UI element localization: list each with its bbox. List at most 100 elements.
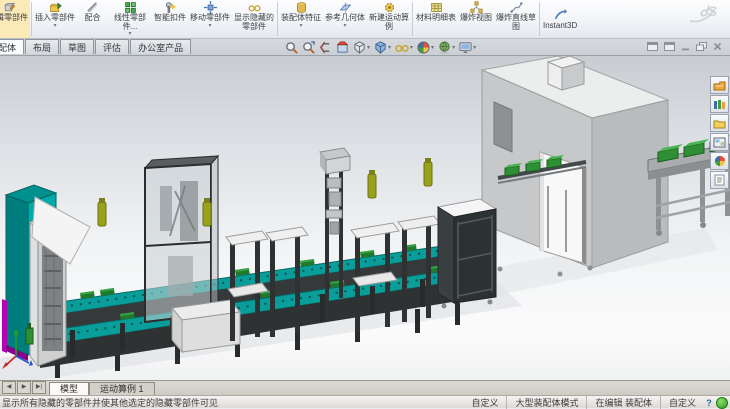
editing-state: 在编辑 装配体 (586, 396, 652, 409)
close-icon[interactable] (713, 42, 722, 51)
linear-component-pattern-button[interactable]: 线性零部件... ▾ (108, 0, 152, 38)
dark-cabinet[interactable] (438, 199, 496, 309)
scene-ball-icon (438, 41, 451, 54)
file-explorer-button[interactable] (710, 114, 729, 132)
dropdown-arrow-icon[interactable]: ▾ (208, 23, 211, 29)
magnifier-area-icon (302, 41, 315, 54)
move-component-label: 移动零部件 (190, 14, 230, 23)
document-window-controls (647, 42, 722, 51)
section-view-icon (336, 41, 349, 54)
tab-evaluate[interactable]: 评估 (95, 39, 129, 54)
help-badge[interactable]: ? (704, 398, 714, 408)
exploded-view-button[interactable]: 爆炸视图 (458, 0, 494, 38)
status-bar: 显示所有隐藏的零部件并使其他选定的隐藏零部件可见 自定义 大型装配体模式 在编辑… (0, 395, 730, 408)
display-style-button[interactable]: ▾ (372, 41, 393, 54)
instant3d-button[interactable]: Instant3D (541, 0, 579, 38)
apply-scene-button[interactable]: ▾ (436, 41, 457, 54)
design-library-button[interactable] (710, 95, 729, 113)
tab-sketch[interactable]: 草图 (60, 39, 94, 54)
insert-components-label: 插入零部件 (35, 14, 75, 23)
hide-show-items-button[interactable]: ▾ (393, 41, 415, 54)
dropdown-arrow-icon[interactable]: ▾ (53, 23, 56, 29)
move-component-button[interactable]: 移动零部件 ▾ (188, 0, 232, 38)
dropdown-arrow-icon[interactable]: ▾ (128, 31, 131, 37)
mate-label: 配合 (85, 14, 101, 23)
magnifier-icon (285, 41, 298, 54)
appearances-button[interactable] (710, 152, 729, 170)
assembly-features-button[interactable]: 装配体特征 ▾ (279, 0, 323, 38)
edit-appearance-button[interactable]: ▾ (415, 41, 436, 54)
view-palette-button[interactable] (710, 133, 729, 151)
reference-geometry-button[interactable]: 参考几何体 ▾ (323, 0, 367, 38)
scroll-tabs-right-button[interactable]: ▶ (17, 381, 31, 394)
zoom-to-area-button[interactable] (300, 41, 317, 54)
color-ball-icon (417, 41, 430, 54)
linear-component-pattern-label: 线性零部件... (110, 14, 150, 31)
restore-window-icon[interactable] (647, 42, 658, 51)
view-cube-icon (353, 41, 366, 54)
tab-scroll-buttons: ◀ ▶ ▶| (2, 381, 46, 394)
solidworks-resources-button[interactable] (710, 76, 729, 94)
large-assembly-mode-indicator: 大型装配体模式 (506, 396, 578, 409)
dropdown-arrow-icon[interactable]: ▾ (431, 44, 434, 51)
tab-model[interactable]: 模型 (49, 382, 89, 395)
section-view-button[interactable] (334, 41, 351, 54)
view-palette-icon (713, 137, 726, 148)
ribbon-separator (412, 2, 413, 36)
tab-motion-study-1[interactable]: 运动算例 1 (89, 382, 155, 395)
tab-office-products[interactable]: 办公室产品 (130, 39, 191, 54)
books-icon (713, 99, 726, 110)
reference-geometry-label: 参考几何体 (325, 14, 365, 23)
shaded-cube-icon (374, 41, 387, 54)
previous-view-button[interactable] (317, 41, 334, 54)
tab-layout[interactable]: 布局 (25, 39, 59, 54)
glasses-icon (395, 41, 409, 54)
ribbon-tabs: 装配体 布局 草图 评估 办公室产品 (0, 39, 192, 54)
exploded-view-label: 爆炸视图 (460, 14, 492, 23)
previous-view-icon (319, 41, 332, 54)
view-settings-button[interactable]: ▾ (457, 41, 478, 54)
show-hidden-components-button[interactable]: 显示隐藏的零部件 (232, 0, 276, 38)
assembly-3d-scene (0, 56, 730, 380)
bill-of-materials-button[interactable]: 材料明细表 (414, 0, 458, 38)
new-motion-study-button[interactable]: 新建运动算例 (367, 0, 411, 38)
instant3d-icon (554, 9, 567, 22)
cascade-windows-icon[interactable] (696, 42, 707, 51)
minimize-icon[interactable] (681, 42, 690, 51)
dropdown-arrow-icon[interactable]: ▾ (473, 44, 476, 51)
home-folder-icon (713, 80, 726, 91)
dropdown-arrow-icon[interactable]: ▾ (410, 44, 413, 51)
folder-icon (713, 118, 726, 129)
units-selector[interactable]: 自定义 (660, 396, 696, 409)
clear-guard-tower[interactable] (145, 156, 218, 322)
smart-fasteners-button[interactable]: 智能扣件 (152, 0, 188, 38)
dropdown-arrow-icon[interactable]: ▾ (299, 23, 302, 29)
explode-line-sketch-button[interactable]: 爆炸直线草图 (494, 0, 538, 38)
mate-button[interactable]: 配合 (77, 0, 108, 38)
edit-component-button[interactable]: 编辑零部件 (0, 0, 30, 38)
main-enclosure-machine[interactable] (482, 56, 668, 277)
monitor-icon (459, 41, 472, 54)
rooftop-box[interactable] (548, 56, 584, 90)
scroll-tabs-end-button[interactable]: ▶| (32, 381, 46, 394)
dropdown-arrow-icon[interactable]: ▾ (452, 44, 455, 51)
scroll-tabs-left-button[interactable]: ◀ (2, 381, 16, 394)
svg-text:ᏧS: ᏧS (700, 3, 718, 19)
graphics-area[interactable] (0, 56, 730, 380)
tab-assembly[interactable]: 装配体 (0, 39, 24, 54)
custom-properties-button[interactable] (710, 171, 729, 189)
show-hidden-components-label: 显示隐藏的零部件 (234, 14, 274, 31)
dropdown-arrow-icon[interactable]: ▾ (343, 23, 346, 29)
green-bottle-part[interactable] (26, 328, 33, 344)
zoom-to-fit-button[interactable] (283, 41, 300, 54)
notification-badge (716, 397, 728, 409)
dassault-systemes-logo: ᏧS (684, 1, 724, 27)
ribbon-separator (31, 2, 32, 36)
dropdown-arrow-icon[interactable]: ▾ (388, 44, 391, 51)
restore-window-icon[interactable] (664, 42, 675, 51)
view-orientation-button[interactable]: ▾ (351, 41, 372, 54)
ribbon-separator (277, 2, 278, 36)
dropdown-arrow-icon[interactable]: ▾ (367, 44, 370, 51)
gray-bin[interactable] (172, 300, 240, 352)
insert-components-button[interactable]: 插入零部件 ▾ (33, 0, 77, 38)
